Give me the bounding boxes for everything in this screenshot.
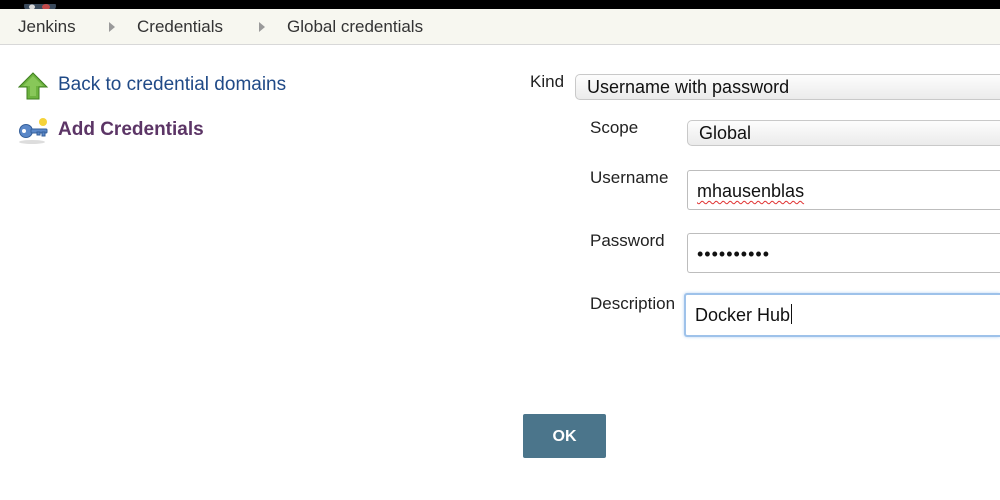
- password-field[interactable]: ••••••••••: [687, 233, 1000, 273]
- breadcrumb-arrow-icon[interactable]: [109, 22, 115, 32]
- kind-label: Kind: [530, 72, 565, 91]
- jenkins-logo-icon[interactable]: [18, 0, 62, 9]
- breadcrumb-arrow-icon[interactable]: [259, 22, 265, 32]
- description-label: Description: [590, 294, 676, 313]
- text-caret: [791, 304, 793, 324]
- scope-label: Scope: [590, 118, 639, 137]
- password-label: Password: [590, 231, 665, 250]
- scope-select[interactable]: Global: [687, 120, 1000, 146]
- username-label: Username: [590, 168, 669, 187]
- username-value: mhausenblas: [697, 181, 805, 201]
- password-value: ••••••••••: [697, 244, 771, 264]
- kind-select[interactable]: Username with password: [575, 74, 1000, 100]
- breadcrumb-jenkins[interactable]: Jenkins: [18, 17, 76, 37]
- username-field[interactable]: mhausenblas: [687, 170, 1000, 210]
- header-bar: [0, 0, 1000, 9]
- breadcrumb-global-credentials[interactable]: Global credentials: [287, 17, 423, 37]
- ok-button[interactable]: OK: [523, 414, 606, 458]
- description-value: Docker Hub: [695, 305, 791, 325]
- breadcrumb-credentials[interactable]: Credentials: [137, 17, 223, 37]
- breadcrumb: Jenkins Credentials Global credentials: [0, 9, 1000, 45]
- back-to-credential-domains-link[interactable]: Back to credential domains: [58, 74, 286, 96]
- up-arrow-icon: [17, 72, 50, 102]
- description-field[interactable]: Docker Hub: [684, 293, 1000, 337]
- add-credentials-link[interactable]: Add Credentials: [58, 119, 204, 141]
- key-icon: [18, 117, 50, 147]
